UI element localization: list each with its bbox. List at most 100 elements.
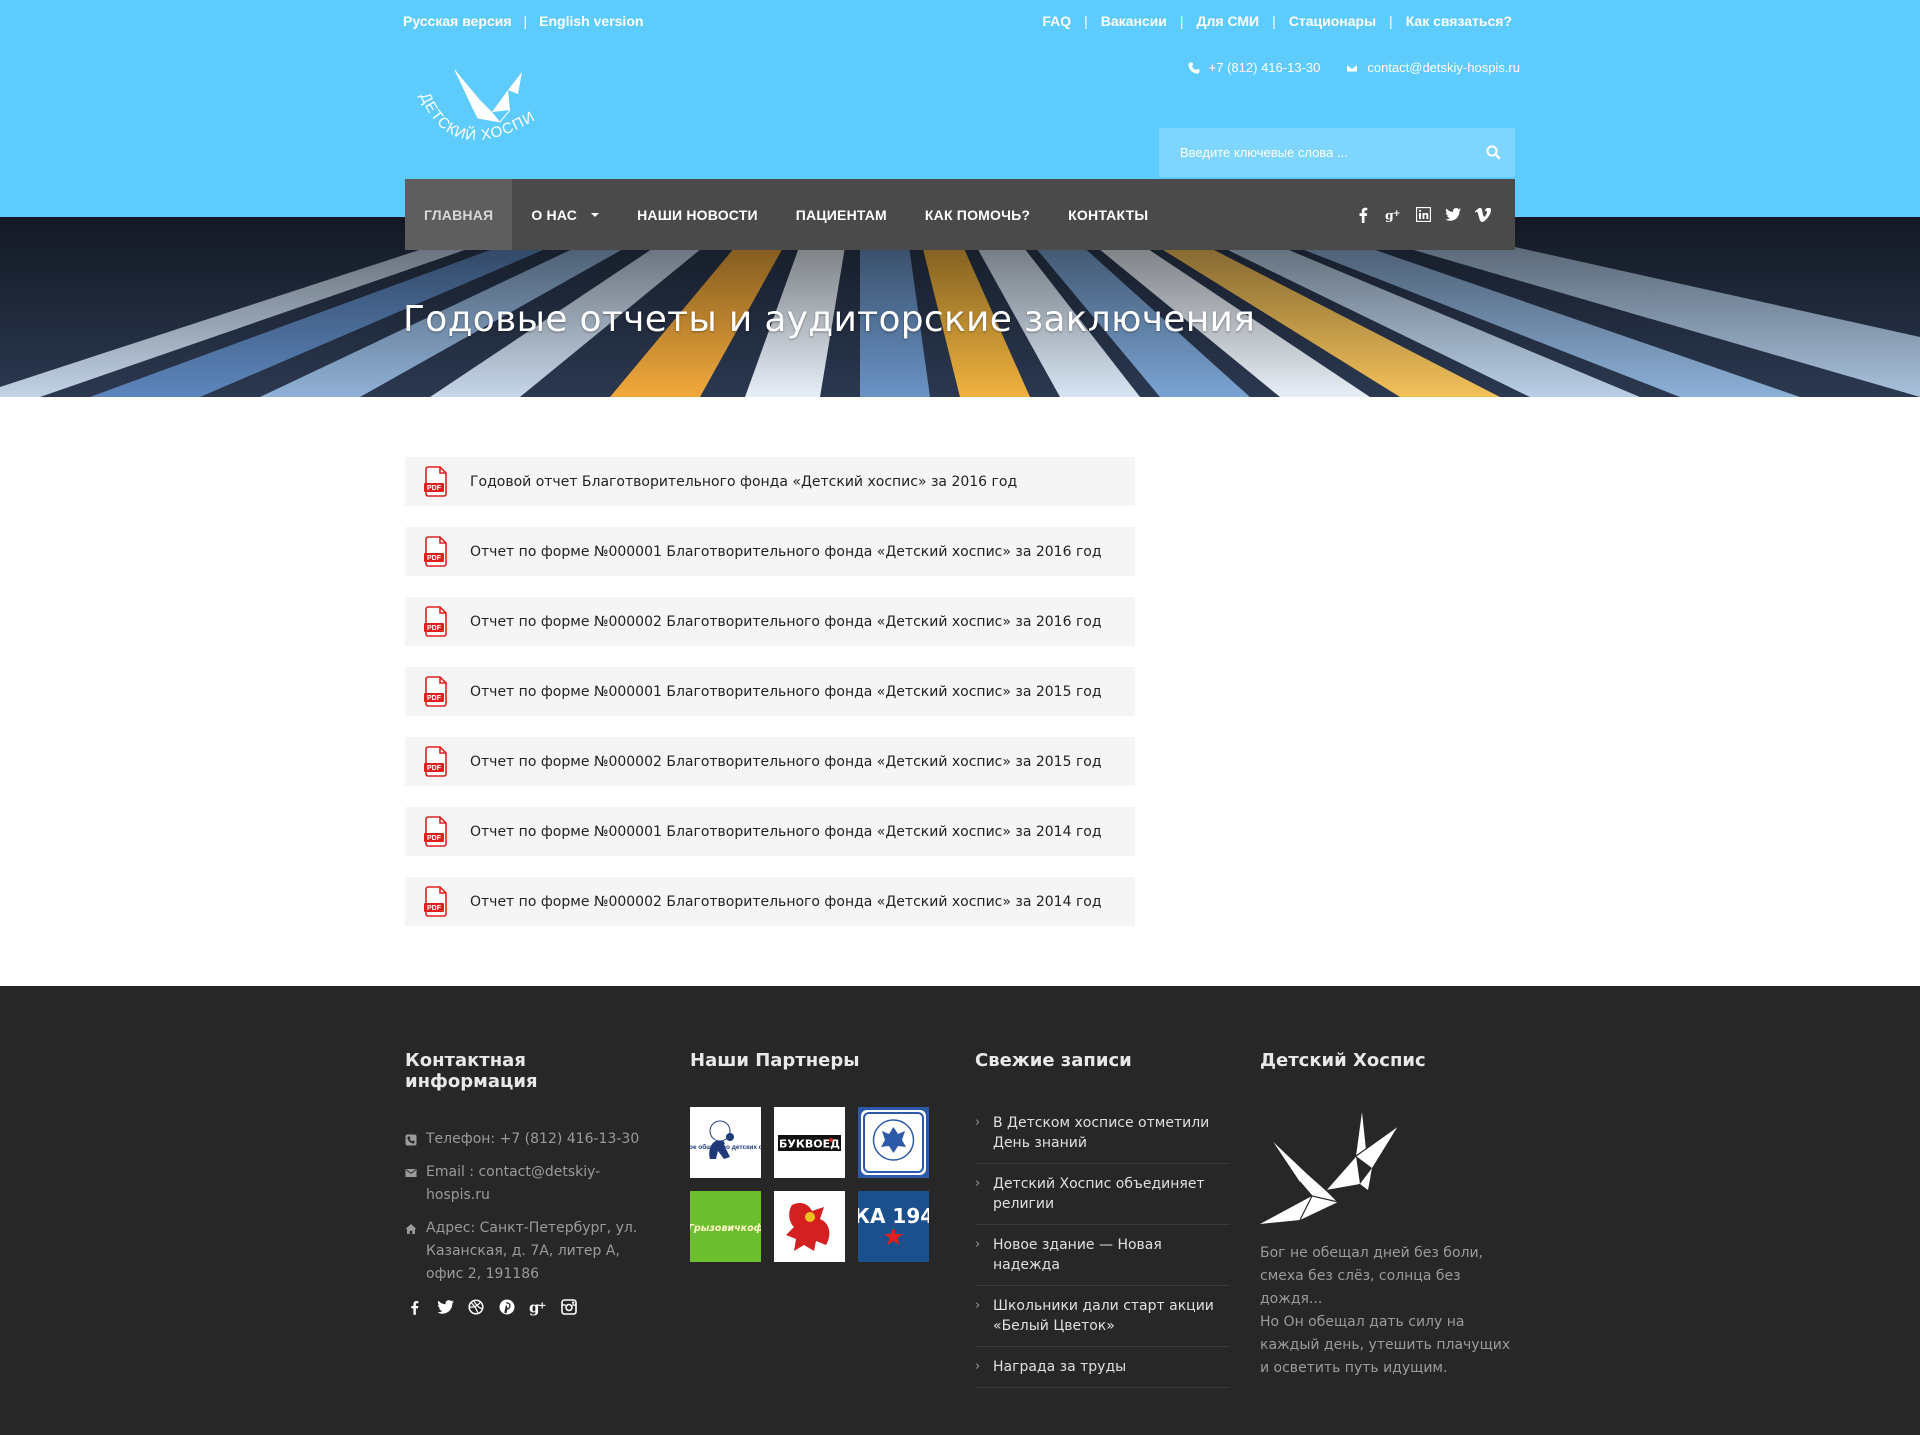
pdf-icon: PDF	[424, 536, 447, 567]
report-link[interactable]: PDF Отчет по форме №000001 Благотворител…	[405, 527, 1135, 576]
separator: |	[1389, 13, 1393, 29]
nav-item-news[interactable]: НАШИ НОВОСТИ	[618, 179, 777, 250]
report-title: Отчет по форме №000001 Благотворительног…	[470, 543, 1102, 560]
search-icon	[1485, 145, 1501, 160]
home-icon	[405, 1224, 417, 1234]
footer-contact-column: Контактная информация Телефон: +7 (812) …	[405, 1050, 650, 1316]
lang-english-link[interactable]: English version	[539, 13, 643, 29]
search-input[interactable]	[1159, 128, 1471, 177]
google-plus-icon[interactable]: g +	[529, 1298, 547, 1316]
nav-item-patients[interactable]: ПАЦИЕНТАМ	[777, 179, 906, 250]
google-plus-icon[interactable]: g +	[1385, 207, 1401, 223]
svg-text:PDF: PDF	[427, 765, 442, 772]
footer-address: Адрес: Санкт-Петербург, ул. Казанская, д…	[405, 1217, 650, 1286]
nav-item-how-to-help[interactable]: КАК ПОМОЧЬ?	[906, 179, 1049, 250]
svg-text:PDF: PDF	[427, 625, 442, 632]
report-title: Отчет по форме №000002 Благотворительног…	[470, 753, 1102, 770]
top-link-faq[interactable]: FAQ	[1042, 13, 1071, 29]
recent-post-link[interactable]: › Детский Хоспис объединяет религии	[975, 1164, 1230, 1225]
phone-icon	[1188, 62, 1200, 73]
envelope-icon	[405, 1169, 417, 1177]
footer-quote-line: Бог не обещал дней без боли, смеха без с…	[1260, 1245, 1484, 1307]
footer-contact-title: Контактная информация	[405, 1050, 538, 1092]
report-link[interactable]: PDF Отчет по форме №000002 Благотворител…	[405, 597, 1135, 646]
twitter-icon[interactable]	[1445, 207, 1461, 223]
crane-logo-icon: ДЕТСКИЙ ХОСПИС	[404, 47, 537, 144]
recent-post-title: Школьники дали старт акции «Белый Цветок…	[993, 1298, 1214, 1334]
top-link-contact-us[interactable]: Как связаться?	[1406, 13, 1512, 29]
crane-logo-icon	[1260, 1112, 1399, 1224]
footer-email: Email : contact@detskiy-hospis.ru	[405, 1161, 650, 1207]
recent-post-title: Новое здание — Новая надежда	[993, 1237, 1162, 1273]
pdf-icon: PDF	[424, 886, 447, 917]
footer-email-text[interactable]: Email : contact@detskiy-hospis.ru	[426, 1161, 650, 1207]
chevron-right-icon: ›	[975, 1176, 981, 1191]
header-email: contact@detskiy-hospis.ru	[1346, 60, 1520, 75]
pdf-icon: PDF	[424, 466, 447, 497]
report-link[interactable]: PDF Отчет по форме №000001 Благотворител…	[405, 807, 1135, 856]
recent-post-title: В Детском хосписе отметили День знаний	[993, 1115, 1210, 1151]
search-button[interactable]	[1471, 128, 1515, 177]
header-email-text[interactable]: contact@detskiy-hospis.ru	[1367, 60, 1520, 75]
report-title: Отчет по форме №000001 Благотворительног…	[470, 683, 1102, 700]
pdf-icon: PDF	[424, 746, 447, 777]
partner-logo-text: СКА 1946	[858, 1204, 929, 1228]
pinterest-icon[interactable]	[498, 1298, 516, 1316]
footer-posts-title: Свежие записи	[975, 1050, 1132, 1071]
svg-text:PDF: PDF	[427, 695, 442, 702]
dribbble-icon[interactable]	[467, 1298, 485, 1316]
twitter-icon[interactable]	[436, 1298, 454, 1316]
partner-logo[interactable]: Российское общество детских онкологов	[690, 1107, 761, 1178]
footer-quote: Бог не обещал дней без боли, смеха без с…	[1260, 1242, 1520, 1380]
linkedin-icon[interactable]	[1415, 207, 1431, 223]
report-link[interactable]: PDF Отчет по форме №000002 Благотворител…	[405, 877, 1135, 926]
report-link[interactable]: PDF Годовой отчет Благотворительного фон…	[405, 457, 1135, 506]
lang-russian-link[interactable]: Русская версия	[403, 13, 512, 29]
report-title: Отчет по форме №000002 Благотворительног…	[470, 613, 1102, 630]
recent-post-link[interactable]: › Школьники дали старт акции «Белый Цвет…	[975, 1286, 1230, 1347]
recent-post-link[interactable]: › Новое здание — Новая надежда	[975, 1225, 1230, 1286]
top-link-press[interactable]: Для СМИ	[1197, 13, 1260, 29]
header-phone-text[interactable]: +7 (812) 416-13-30	[1209, 60, 1321, 75]
separator: |	[1179, 13, 1184, 29]
envelope-icon	[1346, 63, 1359, 72]
partner-logo[interactable]	[774, 1191, 845, 1262]
footer-partners-title: Наши Партнеры	[690, 1050, 860, 1071]
separator: |	[1084, 13, 1088, 29]
site-logo[interactable]: ДЕТСКИЙ ХОСПИС	[404, 47, 545, 165]
recent-post-link[interactable]: › В Детском хосписе отметили День знаний	[975, 1103, 1230, 1164]
partners-grid: Российское общество детских онкологов БУ…	[690, 1107, 930, 1262]
report-title: Годовой отчет Благотворительного фонда «…	[470, 473, 1018, 490]
nav-item-contacts[interactable]: КОНТАКТЫ	[1049, 179, 1167, 250]
partner-logo[interactable]: Грызовичкоф	[690, 1191, 761, 1262]
phone-icon	[405, 1134, 417, 1146]
svg-text:PDF: PDF	[427, 835, 442, 842]
report-link[interactable]: PDF Отчет по форме №000001 Благотворител…	[405, 667, 1135, 716]
footer-social-links: g +	[405, 1298, 650, 1316]
chevron-right-icon: ›	[975, 1298, 981, 1313]
chevron-right-icon: ›	[975, 1237, 981, 1252]
top-link-vacancies[interactable]: Вакансии	[1101, 13, 1167, 29]
separator: |	[1272, 13, 1276, 29]
nav-item-home[interactable]: ГЛАВНАЯ	[405, 179, 513, 250]
footer-address-text: Адрес: Санкт-Петербург, ул. Казанская, д…	[426, 1220, 638, 1282]
separator: |	[523, 13, 528, 29]
chevron-right-icon: ›	[975, 1115, 981, 1130]
svg-text:PDF: PDF	[427, 905, 442, 912]
facebook-icon[interactable]	[405, 1298, 423, 1316]
partner-logo[interactable]: БУКВОЕД	[774, 1107, 845, 1178]
vimeo-icon[interactable]	[1475, 207, 1491, 223]
reports-list: PDF Годовой отчет Благотворительного фон…	[405, 457, 1135, 947]
report-link[interactable]: PDF Отчет по форме №000002 Благотворител…	[405, 737, 1135, 786]
partner-logo[interactable]	[858, 1107, 929, 1178]
facebook-icon[interactable]	[1355, 207, 1371, 223]
partner-logo[interactable]: СКА 1946	[858, 1191, 929, 1262]
pdf-icon: PDF	[424, 606, 447, 637]
recent-post-title: Награда за труды	[993, 1359, 1127, 1375]
top-link-hospitals[interactable]: Стационары	[1289, 13, 1376, 29]
header-phone: +7 (812) 416-13-30	[1188, 60, 1321, 75]
recent-posts-list: › В Детском хосписе отметили День знаний…	[975, 1103, 1230, 1388]
recent-post-link[interactable]: › Награда за труды	[975, 1347, 1230, 1388]
nav-item-about[interactable]: О НАС	[512, 179, 618, 250]
instagram-icon[interactable]	[560, 1298, 578, 1316]
